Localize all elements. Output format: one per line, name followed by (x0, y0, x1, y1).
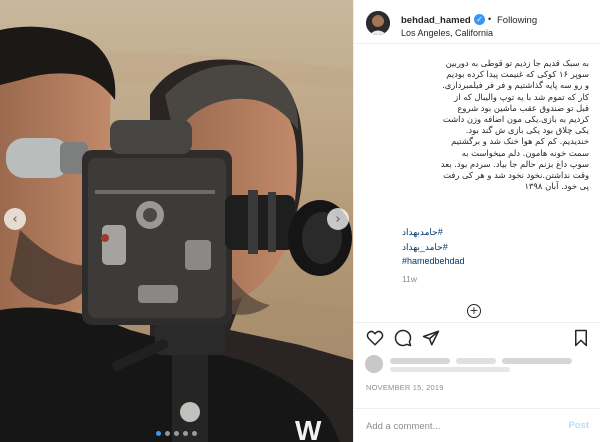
carousel-indicator (0, 431, 353, 436)
comments-scroll-area[interactable]: به سبک قدیم جا زدیم تو قوطی به دوربین سو… (354, 44, 600, 324)
username-link[interactable]: behdad_hamed (401, 15, 471, 26)
hashtag-link[interactable]: #hamedbehdad (402, 254, 465, 269)
hashtag-list: #حامدبهداد #حامد_بهداد #hamedbehdad (402, 225, 465, 269)
comment-input[interactable] (366, 417, 546, 435)
post-comment-button[interactable]: Post (568, 420, 589, 431)
carousel-dot (165, 431, 170, 436)
share-button[interactable] (422, 329, 440, 347)
next-image-button[interactable]: › (327, 208, 349, 230)
post-details-panel: behdad_hamed ✓ • Following Los Angeles, … (353, 0, 600, 442)
post-photo[interactable]: W ‹ › (0, 0, 353, 442)
post-date: NOVEMBER 15, 2019 (366, 383, 444, 392)
carousel-dot (183, 431, 188, 436)
caption-line: یکی چلاق بود یکی بازی ش گند بود. (465, 125, 589, 136)
heart-icon (366, 330, 384, 346)
hashtag-link[interactable]: #حامد_بهداد (402, 240, 465, 255)
avatar[interactable] (366, 11, 390, 35)
comment-icon (394, 329, 412, 347)
carousel-dot (174, 431, 179, 436)
caption-line: سوپ داغ بزنم حالم جا بیاد. سردم بود. بعد (440, 158, 589, 169)
header-separator: • (488, 14, 492, 24)
caption-line: قبل تو صندوق عقب ماشین بود شروع (457, 102, 589, 113)
caption-line: کار که تموم شد با یه توپ والیبال که از (454, 91, 589, 102)
location-link[interactable]: Los Angeles, California (401, 28, 493, 38)
caption-line: کردیم به بازی.یکی مون اضافه وزن داشت (442, 114, 589, 125)
post-caption: به سبک قدیم جا زدیم تو قوطی به دوربین سو… (411, 58, 589, 192)
chevron-left-icon: ‹ (12, 211, 18, 227)
hashtag-link[interactable]: #حامدبهداد (402, 225, 465, 240)
caption-line: و رو سه پایه گذاشتیم و فر فر فیلمبرداری. (442, 80, 589, 91)
comment-bar: Post (354, 408, 600, 442)
like-button[interactable] (366, 329, 384, 347)
post-header: behdad_hamed ✓ • Following Los Angeles, … (354, 0, 600, 44)
chevron-right-icon: › (335, 211, 341, 227)
camera-operator-image: W (0, 0, 353, 442)
plus-circle-icon[interactable]: + (467, 304, 481, 318)
carousel-dot (192, 431, 197, 436)
caption-line: به سبک قدیم جا زدیم تو قوطی به دوربین (445, 58, 589, 68)
avatar-image (366, 11, 390, 35)
caption-line: سوپر ۱۶ کوکی که غنیمت پیدا کرده بودیم (446, 69, 589, 80)
caption-line: وقت نداشتن.نخود نخود شد و هر کی رفت (443, 170, 589, 181)
svg-text:W: W (295, 415, 322, 442)
caption-timestamp: 11w (402, 274, 417, 284)
liked-by-summary-blurred (365, 355, 572, 373)
save-button[interactable] (572, 329, 590, 347)
prev-image-button[interactable]: ‹ (4, 208, 26, 230)
bookmark-icon (575, 329, 587, 347)
caption-line: سمت خونه هامون. دلم میخواست به (461, 147, 589, 158)
action-bar (354, 322, 600, 352)
verified-badge-icon: ✓ (474, 14, 485, 25)
share-icon (422, 330, 440, 346)
carousel-dot (156, 431, 161, 436)
comment-button[interactable] (394, 329, 412, 347)
caption-line: خندیدیم. کم کم هوا خنک شد و برگشتیم (451, 136, 589, 147)
caption-line: پی خود. آبان ۱۳۹۸ (524, 181, 589, 192)
following-button[interactable]: Following (497, 15, 537, 26)
